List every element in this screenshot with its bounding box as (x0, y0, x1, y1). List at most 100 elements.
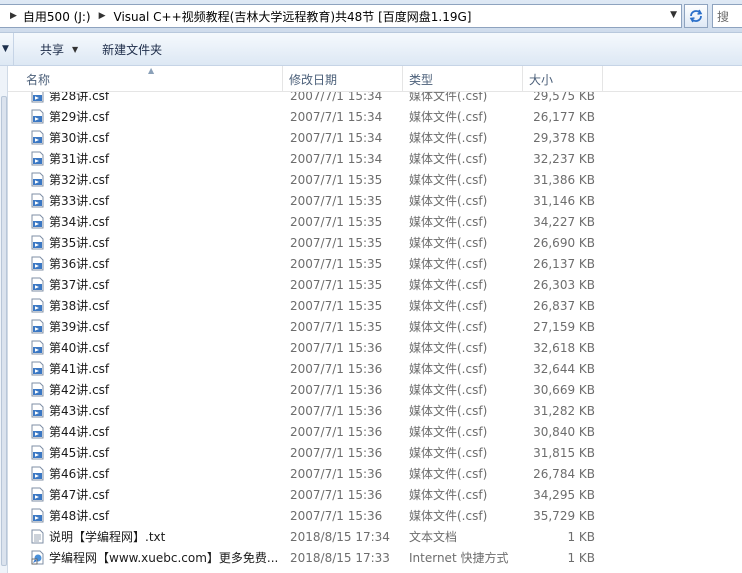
table-row[interactable]: 第40讲.csf 2007/7/1 15:36 媒体文件(.csf) 32,618 K… (8, 337, 742, 358)
table-row[interactable]: 第35讲.csf 2007/7/1 15:35 媒体文件(.csf) 26,690 K… (8, 232, 742, 253)
table-row[interactable]: 说明【学编程网】.txt 2018/8/15 17:34 文本文档 1 KB (8, 526, 742, 547)
file-type: 媒体文件(.csf) (409, 467, 488, 481)
file-size: 34,295 KB (533, 487, 595, 502)
file-type: 媒体文件(.csf) (409, 278, 488, 292)
table-row[interactable]: 第39讲.csf 2007/7/1 15:35 媒体文件(.csf) 27,159 K… (8, 316, 742, 337)
address-bar[interactable]: ▶ 自用500 (J:) ▶ Visual C++视频教程(吉林大学远程教育)共… (0, 4, 682, 28)
file-name: 第40讲.csf (49, 341, 110, 355)
file-date: 2007/7/1 15:35 (290, 298, 383, 313)
file-size: 32,618 KB (533, 340, 595, 355)
file-date: 2007/7/1 15:36 (290, 445, 383, 460)
column-header-size[interactable]: 大小 (523, 66, 603, 92)
file-size: 26,837 KB (533, 298, 595, 313)
file-size: 26,303 KB (533, 277, 595, 292)
table-row[interactable]: 第36讲.csf 2007/7/1 15:35 媒体文件(.csf) 26,137 K… (8, 253, 742, 274)
table-row[interactable]: 第34讲.csf 2007/7/1 15:35 媒体文件(.csf) 34,227 K… (8, 211, 742, 232)
file-type: 媒体文件(.csf) (409, 236, 488, 250)
breadcrumb-folder[interactable]: Visual C++视频教程(吉林大学远程教育)共48节 [百度网盘1.19G] (114, 8, 472, 25)
table-row[interactable]: 第43讲.csf 2007/7/1 15:36 媒体文件(.csf) 31,282 K… (8, 400, 742, 421)
table-row[interactable]: 第38讲.csf 2007/7/1 15:35 媒体文件(.csf) 26,837 K… (8, 295, 742, 316)
file-name: 学编程网【www.xuebc.com】更多免费... (49, 551, 279, 565)
file-name: 第45讲.csf (49, 446, 110, 460)
organize-dropdown-icon[interactable]: ▼ (0, 32, 14, 66)
file-type: 媒体文件(.csf) (409, 509, 488, 523)
new-folder-button[interactable]: 新建文件夹 (90, 33, 174, 66)
column-header-date[interactable]: 修改日期 (283, 66, 403, 92)
breadcrumb-root-chevron-icon[interactable]: ▶ (10, 11, 17, 21)
file-type: Internet 快捷方式 (409, 551, 509, 565)
file-type: 媒体文件(.csf) (409, 110, 488, 124)
file-size: 1 KB (567, 550, 595, 565)
file-name: 第47讲.csf (49, 488, 110, 502)
file-name: 第48讲.csf (49, 509, 110, 523)
table-row[interactable]: 第46讲.csf 2007/7/1 15:36 媒体文件(.csf) 26,784 K… (8, 463, 742, 484)
table-row[interactable]: 第30讲.csf 2007/7/1 15:34 媒体文件(.csf) 29,378 K… (8, 127, 742, 148)
file-date: 2007/7/1 15:35 (290, 235, 383, 250)
table-row[interactable]: 第42讲.csf 2007/7/1 15:36 媒体文件(.csf) 30,669 K… (8, 379, 742, 400)
file-date: 2007/7/1 15:36 (290, 487, 383, 502)
file-type: 媒体文件(.csf) (409, 299, 488, 313)
file-size: 1 KB (567, 529, 595, 544)
file-date: 2018/8/15 17:33 (290, 550, 390, 565)
refresh-icon (689, 9, 703, 23)
breadcrumb-separator-chevron-icon[interactable]: ▶ (99, 11, 106, 21)
table-row[interactable]: 第45讲.csf 2007/7/1 15:36 媒体文件(.csf) 31,815 K… (8, 442, 742, 463)
file-name: 第43讲.csf (49, 404, 110, 418)
file-name: 第35讲.csf (49, 236, 110, 250)
file-size: 29,575 KB (533, 92, 595, 103)
breadcrumb-drive[interactable]: 自用500 (J:) (23, 8, 91, 25)
file-date: 2007/7/1 15:34 (290, 130, 383, 145)
file-size: 31,815 KB (533, 445, 595, 460)
address-bar-strip: ▶ 自用500 (J:) ▶ Visual C++视频教程(吉林大学远程教育)共… (0, 0, 742, 33)
table-row[interactable]: 学编程网【www.xuebc.com】更多免费... 2018/8/15 17:3… (8, 547, 742, 568)
file-date: 2007/7/1 15:36 (290, 340, 383, 355)
file-name: 第44讲.csf (49, 425, 110, 439)
table-row[interactable]: 第31讲.csf 2007/7/1 15:34 媒体文件(.csf) 32,237 K… (8, 148, 742, 169)
scrollbar-thumb[interactable] (1, 96, 7, 566)
table-row[interactable]: 第48讲.csf 2007/7/1 15:36 媒体文件(.csf) 35,729 K… (8, 505, 742, 526)
file-name: 第29讲.csf (49, 110, 110, 124)
file-type: 媒体文件(.csf) (409, 152, 488, 166)
file-date: 2007/7/1 15:36 (290, 382, 383, 397)
file-type: 媒体文件(.csf) (409, 425, 488, 439)
file-size: 32,644 KB (533, 361, 595, 376)
search-input[interactable]: 搜 (712, 4, 742, 28)
file-date: 2007/7/1 15:34 (290, 151, 383, 166)
file-date: 2007/7/1 15:36 (290, 466, 383, 481)
file-name: 第46讲.csf (49, 467, 110, 481)
address-history-dropdown-icon[interactable]: ▼ (670, 10, 677, 20)
file-list: 第28讲.csf 2007/7/1 15:34 媒体文件(.csf) 29,575 K… (8, 92, 742, 573)
table-row[interactable]: 第29讲.csf 2007/7/1 15:34 媒体文件(.csf) 26,177 K… (8, 106, 742, 127)
file-type: 媒体文件(.csf) (409, 446, 488, 460)
file-name: 第33讲.csf (49, 194, 110, 208)
file-name: 第39讲.csf (49, 320, 110, 334)
file-type: 媒体文件(.csf) (409, 131, 488, 145)
new-folder-label: 新建文件夹 (102, 42, 163, 57)
table-row[interactable]: 第28讲.csf 2007/7/1 15:34 媒体文件(.csf) 29,575 K… (8, 92, 742, 106)
file-type: 媒体文件(.csf) (409, 173, 488, 187)
table-row[interactable]: 第37讲.csf 2007/7/1 15:35 媒体文件(.csf) 26,303 K… (8, 274, 742, 295)
table-row[interactable]: 第32讲.csf 2007/7/1 15:35 媒体文件(.csf) 31,386 K… (8, 169, 742, 190)
column-date-label: 修改日期 (289, 72, 338, 87)
file-name: 第42讲.csf (49, 383, 110, 397)
file-type: 媒体文件(.csf) (409, 257, 488, 271)
sort-ascending-icon: ▲ (148, 66, 155, 75)
chevron-down-icon: ▼ (72, 44, 79, 54)
share-button[interactable]: 共享 ▼ (40, 33, 90, 66)
file-name: 第31讲.csf (49, 152, 110, 166)
column-header-type[interactable]: 类型 (403, 66, 523, 92)
file-name: 第32讲.csf (49, 173, 110, 187)
file-name: 第36讲.csf (49, 257, 110, 271)
table-row[interactable]: 第41讲.csf 2007/7/1 15:36 媒体文件(.csf) 32,644 K… (8, 358, 742, 379)
file-name: 第28讲.csf (49, 92, 110, 103)
file-name: 第30讲.csf (49, 131, 110, 145)
table-row[interactable]: 第47讲.csf 2007/7/1 15:36 媒体文件(.csf) 34,295 K… (8, 484, 742, 505)
file-type: 媒体文件(.csf) (409, 341, 488, 355)
file-type: 媒体文件(.csf) (409, 215, 488, 229)
table-row[interactable]: 第33讲.csf 2007/7/1 15:35 媒体文件(.csf) 31,146 K… (8, 190, 742, 211)
column-name-label: 名称 (26, 72, 51, 87)
column-size-label: 大小 (529, 72, 554, 87)
file-size: 26,177 KB (533, 109, 595, 124)
table-row[interactable]: 第44讲.csf 2007/7/1 15:36 媒体文件(.csf) 30,840 K… (8, 421, 742, 442)
refresh-button[interactable] (684, 4, 708, 28)
